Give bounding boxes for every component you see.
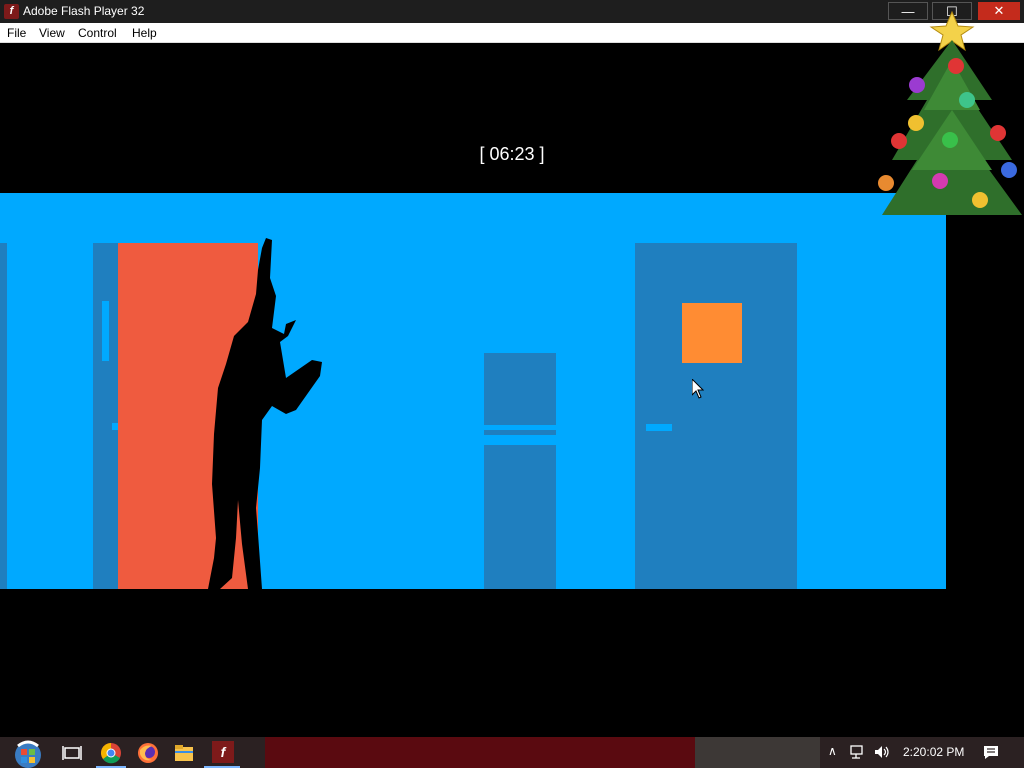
taskbar: f ∧ 2:20:02 PM <box>0 737 1024 768</box>
door-right-handle <box>646 424 672 431</box>
flash-player-taskbar-icon[interactable]: f <box>212 741 234 763</box>
menu-control[interactable]: Control <box>78 26 117 40</box>
taskbar-background-art-right <box>695 737 820 768</box>
menu-file[interactable]: File <box>7 26 26 40</box>
flash-player-icon: f <box>4 4 19 19</box>
task-view-icon[interactable] <box>61 742 83 764</box>
taskbar-background-art <box>265 737 695 768</box>
taskbar-clock[interactable]: 2:20:02 PM <box>903 745 964 759</box>
file-explorer-icon[interactable] <box>173 742 195 764</box>
soldier-silhouette <box>208 238 322 589</box>
game-scene[interactable] <box>0 193 946 589</box>
mouse-cursor-icon <box>692 379 704 399</box>
window-door <box>484 353 556 589</box>
door-edge <box>0 243 7 589</box>
volume-icon[interactable] <box>874 745 890 759</box>
window-title: Adobe Flash Player 32 <box>23 4 145 18</box>
game-timer: [ 06:23 ] <box>479 144 545 164</box>
start-button[interactable] <box>10 738 46 768</box>
window-gap <box>484 435 556 445</box>
chrome-icon[interactable] <box>100 742 122 764</box>
door-window-slit <box>102 301 109 361</box>
menu-view[interactable]: View <box>39 26 65 40</box>
network-icon[interactable] <box>850 745 866 759</box>
flash-stage[interactable]: [ 06:23 ] <box>0 10 1024 737</box>
window-sill <box>484 425 556 430</box>
orange-square[interactable] <box>682 303 742 363</box>
christmas-tree-icon <box>878 10 1022 215</box>
notification-icon[interactable] <box>983 745 999 760</box>
firefox-icon[interactable] <box>137 742 159 764</box>
door-right <box>635 243 797 589</box>
menu-help[interactable]: Help <box>132 26 157 40</box>
chevron-up-icon[interactable]: ∧ <box>828 744 837 758</box>
door-frame-left <box>93 243 118 589</box>
